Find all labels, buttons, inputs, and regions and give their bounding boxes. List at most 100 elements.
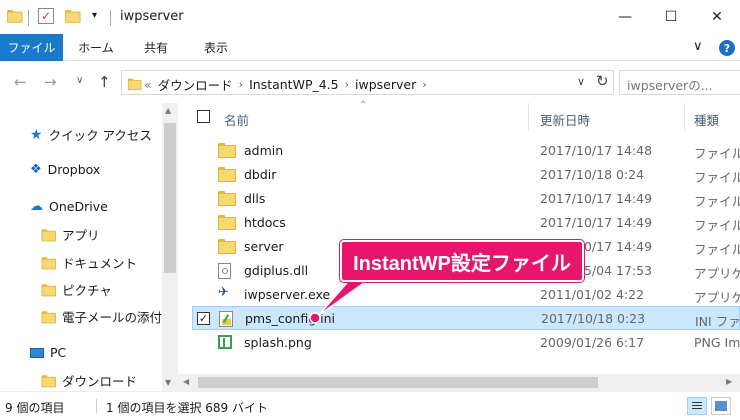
address-bar[interactable]: « ダウンロード › InstantWP_4.5 › iwpserver › ∨… bbox=[121, 70, 614, 95]
large-icons-view-button[interactable] bbox=[711, 397, 731, 415]
column-type[interactable]: 種類 bbox=[694, 110, 719, 129]
list-item[interactable]: ✈ iwpserver.exe 2011/01/02 4:22 アプリケ bbox=[192, 283, 740, 307]
row-checkbox[interactable]: ✓ bbox=[197, 312, 210, 325]
scroll-down-icon[interactable]: ▼ bbox=[165, 378, 171, 387]
tab-file[interactable]: ファイル bbox=[0, 34, 63, 61]
scrollbar-thumb[interactable] bbox=[198, 377, 598, 388]
breadcrumb-item[interactable]: ダウンロード bbox=[158, 75, 233, 94]
column-name[interactable]: 名前 bbox=[224, 110, 249, 129]
close-button[interactable]: ✕ bbox=[694, 0, 740, 34]
dll-icon bbox=[218, 263, 234, 279]
properties-icon[interactable]: ✓ bbox=[38, 8, 54, 24]
nav-item-pictures[interactable]: ピクチャ bbox=[40, 280, 112, 299]
star-icon: ★ bbox=[30, 126, 43, 143]
nav-item-documents[interactable]: ドキュメント bbox=[40, 253, 137, 272]
file-name: server bbox=[244, 239, 284, 254]
address-row: ← → ∨ ↑ « ダウンロード › InstantWP_4.5 › iwpse… bbox=[0, 61, 740, 103]
file-name: pms_config.ini bbox=[245, 311, 335, 326]
scroll-up-icon[interactable]: ▲ bbox=[165, 106, 171, 115]
up-button[interactable]: ↑ bbox=[98, 73, 111, 91]
scroll-right-icon[interactable]: ▶ bbox=[726, 377, 732, 386]
folder-icon bbox=[218, 239, 236, 255]
nav-item-apps[interactable]: アプリ bbox=[40, 225, 100, 244]
folder-icon bbox=[218, 191, 236, 207]
nav-item-dropbox[interactable]: ❖ Dropbox bbox=[30, 162, 100, 177]
chevron-right-icon[interactable]: › bbox=[345, 78, 349, 91]
customize-toolbar-icon[interactable]: ▾ bbox=[92, 10, 97, 21]
list-item[interactable]: htdocs 2017/10/17 14:49 ファイル bbox=[192, 211, 740, 235]
file-date: 2017/10/17 14:48 bbox=[540, 143, 653, 158]
ribbon: ファイル ホーム 共有 表示 ∨ bbox=[0, 34, 740, 61]
nav-label: ドキュメント bbox=[62, 256, 138, 271]
horizontal-scrollbar[interactable]: ◀ ▶ bbox=[178, 374, 740, 391]
breadcrumb-item[interactable]: InstantWP_4.5 bbox=[249, 77, 339, 92]
maximize-button[interactable]: ☐ bbox=[648, 0, 694, 34]
nav-scrollbar[interactable]: ▲ ▼ bbox=[162, 103, 178, 391]
nav-item-pc[interactable]: PC bbox=[30, 345, 66, 360]
downloads-folder-icon bbox=[41, 375, 57, 388]
list-item[interactable]: dlls 2017/10/17 14:49 ファイル bbox=[192, 187, 740, 211]
file-type: INI ファ bbox=[695, 314, 740, 329]
divider[interactable] bbox=[528, 103, 529, 131]
nav-item-quick-access[interactable]: ★ クイック アクセス bbox=[30, 125, 152, 144]
details-view-button[interactable] bbox=[687, 397, 707, 415]
nav-label: PC bbox=[50, 345, 67, 360]
divider[interactable] bbox=[684, 103, 685, 131]
folder-icon bbox=[6, 9, 23, 23]
tab-home[interactable]: ホーム bbox=[68, 34, 124, 61]
window-title: iwpserver bbox=[120, 9, 184, 24]
tab-view[interactable]: 表示 bbox=[190, 34, 242, 61]
forward-button[interactable]: → bbox=[44, 73, 57, 91]
list-item[interactable]: admin 2017/10/17 14:48 ファイル bbox=[192, 139, 740, 163]
dropbox-icon: ❖ bbox=[30, 162, 42, 177]
file-name: dlls bbox=[244, 191, 266, 206]
nav-item-downloads[interactable]: ダウンロード bbox=[40, 371, 137, 390]
file-name: admin bbox=[244, 143, 284, 158]
divider bbox=[28, 10, 29, 26]
breadcrumb-item[interactable]: iwpserver bbox=[355, 77, 416, 92]
scroll-left-icon[interactable]: ◀ bbox=[183, 377, 189, 386]
folder-icon bbox=[41, 311, 57, 324]
minimize-button[interactable]: — bbox=[602, 0, 648, 34]
file-type: ファイル bbox=[694, 194, 740, 209]
nav-item-onedrive[interactable]: ☁ OneDrive bbox=[30, 199, 108, 214]
folder-icon bbox=[218, 143, 236, 159]
new-folder-icon[interactable] bbox=[64, 9, 81, 23]
scrollbar-thumb[interactable] bbox=[164, 123, 176, 273]
navigation-pane: ★ クイック アクセス ❖ Dropbox ☁ OneDrive アプリ ドキュ… bbox=[0, 103, 187, 391]
exe-icon: ✈ bbox=[218, 285, 229, 300]
folder-icon bbox=[218, 167, 236, 183]
list-item[interactable]: splash.png 2009/01/26 6:17 PNG Im bbox=[192, 331, 740, 355]
back-button[interactable]: ← bbox=[14, 73, 27, 91]
select-all-checkbox[interactable] bbox=[197, 110, 210, 123]
tab-share[interactable]: 共有 bbox=[130, 34, 182, 61]
refresh-icon[interactable]: ↻ bbox=[596, 72, 609, 90]
file-name: gdiplus.dll bbox=[244, 263, 309, 278]
list-item[interactable]: dbdir 2017/10/18 0:24 ファイル bbox=[192, 163, 740, 187]
chevron-right-icon[interactable]: › bbox=[422, 78, 426, 91]
folder-icon bbox=[126, 77, 142, 90]
address-dropdown-icon[interactable]: ∨ bbox=[577, 75, 585, 88]
divider bbox=[110, 10, 111, 26]
chevron-right-icon[interactable]: › bbox=[239, 78, 243, 91]
file-date: 2017/10/18 0:24 bbox=[540, 167, 645, 182]
help-icon[interactable]: ? bbox=[719, 40, 735, 56]
file-date: 2011/01/02 4:22 bbox=[540, 287, 645, 302]
search-input[interactable]: iwpserverの... bbox=[619, 70, 740, 95]
breadcrumb-overflow[interactable]: « bbox=[144, 77, 152, 92]
ini-icon bbox=[219, 311, 235, 327]
image-icon bbox=[218, 335, 234, 351]
file-date: 2009/01/26 6:17 bbox=[540, 335, 645, 350]
file-date: 2017/10/18 0:23 bbox=[541, 311, 646, 326]
recent-locations-button[interactable]: ∨ bbox=[76, 75, 83, 86]
item-count: 9 個の項目 bbox=[5, 401, 65, 415]
nav-label: OneDrive bbox=[49, 199, 108, 214]
list-item-selected[interactable]: ✓ pms_config.ini 2017/10/18 0:23 INI ファ bbox=[192, 306, 740, 330]
folder-icon bbox=[218, 215, 236, 231]
pictures-folder-icon bbox=[41, 284, 57, 297]
column-date[interactable]: 更新日時 bbox=[540, 110, 590, 129]
expand-ribbon-icon[interactable]: ∨ bbox=[693, 39, 703, 54]
file-name: iwpserver.exe bbox=[244, 287, 331, 302]
file-type: アプリケ bbox=[694, 266, 740, 281]
nav-label: ピクチャ bbox=[62, 283, 112, 298]
